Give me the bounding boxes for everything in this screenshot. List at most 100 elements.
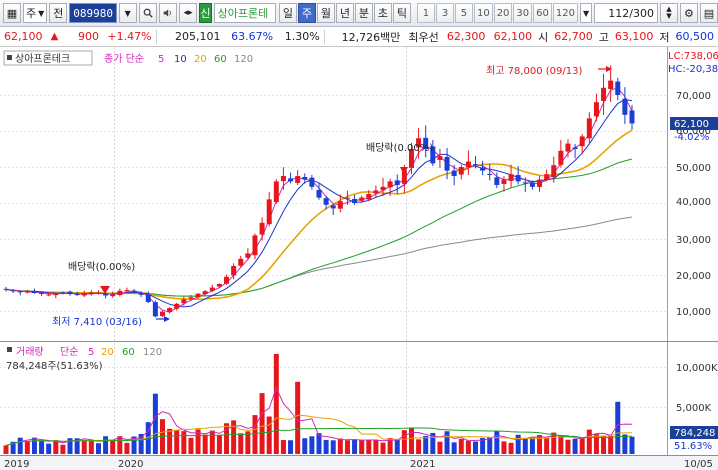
candle-body — [529, 182, 535, 187]
tab-period-second[interactable]: 초 — [373, 3, 392, 23]
volume-panel-menu-icon[interactable] — [7, 347, 12, 352]
volume-bar — [394, 439, 400, 454]
volume-bar — [444, 431, 450, 454]
volume-bar — [487, 437, 493, 454]
prev-button[interactable]: 전 — [49, 3, 68, 23]
candle-body — [629, 110, 635, 124]
tab-period-minute[interactable]: 분 — [354, 3, 373, 23]
search-icon[interactable] — [138, 3, 157, 23]
interval-1[interactable]: 1 — [416, 3, 435, 23]
candle-body — [522, 182, 528, 184]
candle-body — [394, 180, 400, 185]
candle-body — [451, 170, 457, 176]
trade-amount: 12,726백만 — [341, 30, 401, 44]
volume-bar — [473, 441, 478, 454]
x-label-2021: 2021 — [410, 459, 435, 470]
volume-bar — [359, 440, 365, 454]
change-percent: +1.47% — [107, 30, 152, 43]
candle-body — [380, 186, 386, 191]
candle-body — [309, 177, 315, 187]
volume-bar — [181, 431, 187, 454]
interval-5[interactable]: 5 — [454, 3, 473, 23]
interval-3[interactable]: 3 — [435, 3, 454, 23]
interval-30[interactable]: 30 — [513, 3, 533, 23]
volume-bar — [309, 436, 315, 454]
panel-menu-icon[interactable] — [7, 55, 12, 60]
candle-body — [259, 222, 265, 235]
vol-tick-5000k: 5,000K — [676, 403, 712, 414]
high-annotation: 최고 78,000 (09/13) — [486, 65, 582, 77]
tab-period-day[interactable]: 일 — [278, 3, 297, 23]
candle-body — [67, 291, 73, 295]
stock-code-input[interactable]: 089980 — [69, 3, 117, 23]
volume-bar — [110, 440, 116, 454]
interval-20[interactable]: 20 — [493, 3, 513, 23]
settings-icon[interactable]: ⚙ — [679, 3, 698, 23]
x-label-2020: 2020 — [118, 459, 143, 470]
interval-buttons: 1 3 5 10 20 30 60 120 — [416, 3, 578, 23]
tab-period-month[interactable]: 월 — [316, 3, 335, 23]
volume-legend-ma20: 20 — [101, 347, 114, 358]
candle-body — [622, 98, 628, 115]
stock-name-field: 상아프론테 — [213, 3, 276, 23]
current-price: 62,100 — [4, 30, 43, 43]
interval-10[interactable]: 10 — [473, 3, 493, 23]
quote-bar: 62,100 ▲ 900 +1.47% 205,101 63.67% 1.30%… — [0, 27, 718, 47]
ask-price: 62,300 — [446, 30, 486, 43]
volume-bar — [408, 428, 414, 454]
layout-icon[interactable]: ▤ — [699, 3, 718, 23]
y-tick-20000: 20,000 — [676, 271, 711, 282]
spin-icon[interactable]: ▲ ▼ — [659, 3, 678, 23]
volume-bar — [81, 439, 87, 454]
interval-dropdown[interactable]: ▼ — [579, 3, 593, 23]
x-label-last: 10/05 — [684, 459, 713, 470]
volume-bar — [508, 442, 514, 454]
tab-period-tick[interactable]: 틱 — [392, 3, 411, 23]
price-chart[interactable]: 상아프론테크 종가 단순 5 10 20 60 120 최고 78,000 (0… — [0, 47, 718, 470]
new-listing-badge: 신 — [199, 3, 212, 23]
volume-bar — [401, 430, 407, 454]
display-count[interactable]: 112/300 — [594, 3, 658, 23]
volume-legend-ma60: 60 — [122, 347, 135, 358]
sound-icon[interactable] — [158, 3, 178, 23]
candle-body — [295, 176, 301, 183]
toolbar: ▦ 주 ▼ 전 089980 ▼ ◂▸ 신 상아프론테 일 주 월 년 분 초 … — [0, 0, 718, 27]
new-listing-label: 신 — [200, 7, 211, 20]
tab-period-week[interactable]: 주 — [297, 3, 316, 23]
hc-label: HC:-20,38 — [668, 64, 718, 75]
current-pct-tag: -4.02% — [674, 132, 709, 143]
volume-bar — [216, 434, 222, 454]
volume-bar — [224, 423, 230, 454]
grid-menu-icon[interactable]: ▦ — [3, 3, 21, 23]
y-tick-50000: 50,000 — [676, 163, 711, 174]
volume-bar — [451, 442, 457, 454]
volume-bar — [601, 436, 607, 454]
low-annotation: 최저 7,410 (03/16) — [52, 316, 142, 328]
candle-body — [252, 235, 258, 256]
market-label: 주 — [26, 7, 37, 20]
candle-body — [24, 291, 30, 293]
volume-bar — [259, 393, 265, 454]
volume-bar — [544, 438, 550, 454]
right-axis-area — [668, 47, 718, 457]
volume-bar — [565, 439, 571, 454]
interval-120[interactable]: 120 — [552, 3, 578, 23]
volume-bar — [95, 443, 101, 454]
volume-bar — [344, 440, 350, 454]
candle-body — [117, 290, 123, 295]
candle-body — [152, 302, 158, 317]
candle-body — [366, 194, 372, 200]
nav-arrows-icon[interactable]: ◂▸ — [179, 3, 198, 23]
interval-60[interactable]: 60 — [533, 3, 552, 23]
candle-body — [60, 292, 66, 294]
volume-bar — [46, 443, 52, 454]
tab-period-year[interactable]: 년 — [335, 3, 354, 23]
volume-bar — [423, 435, 429, 454]
candle-body — [565, 143, 571, 152]
volume-bar — [152, 393, 158, 454]
candle-body — [131, 290, 137, 292]
code-dropdown-icon[interactable]: ▼ — [118, 3, 137, 23]
market-select[interactable]: 주 ▼ — [23, 3, 48, 23]
volume-panel-name: 거래량 — [16, 346, 44, 358]
candle-body — [202, 291, 208, 295]
